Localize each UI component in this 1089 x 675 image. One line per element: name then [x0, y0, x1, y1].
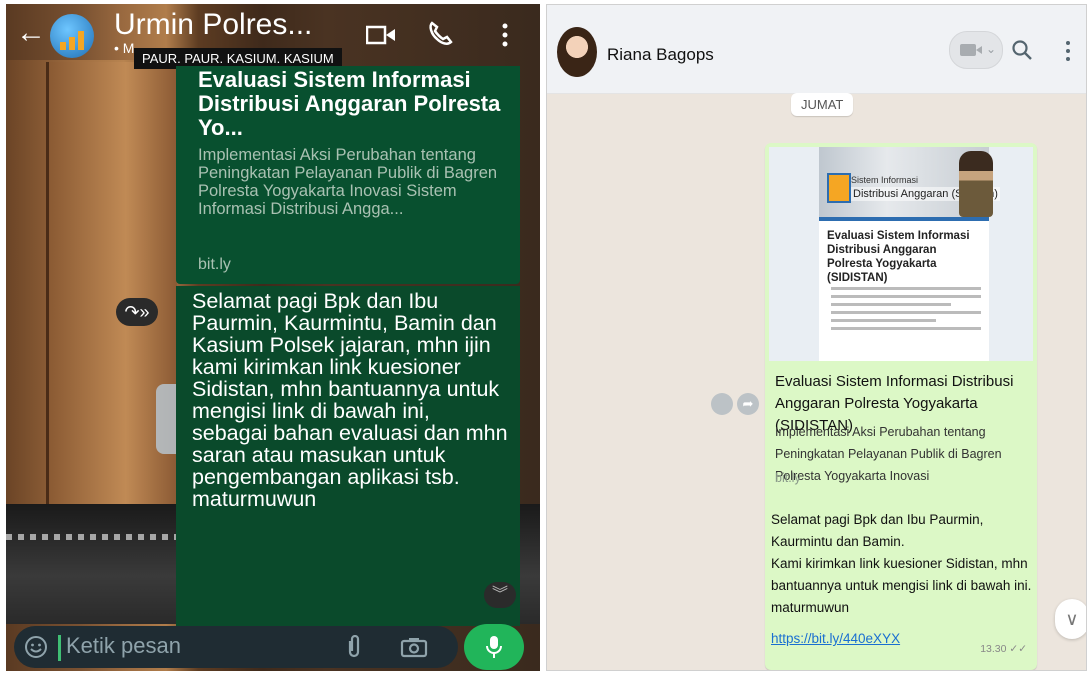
video-call-icon[interactable]: [366, 24, 396, 46]
phone-call-icon[interactable]: [426, 20, 454, 48]
preview-description: Implementasi Aksi Perubahan tentang Peni…: [198, 146, 498, 218]
officer-figure: [959, 151, 993, 217]
message-timestamp: 13.30 ✓✓: [980, 643, 1027, 655]
attachment-icon[interactable]: [344, 635, 364, 659]
chat-header: Riana Bagops ⌄: [547, 5, 1086, 94]
message-link[interactable]: https://bit.ly/440eXYX: [771, 631, 900, 646]
date-separator: JUMAT: [791, 93, 854, 116]
scroll-down-button[interactable]: ︾: [484, 582, 516, 608]
react-emoji-icon[interactable]: [711, 393, 733, 415]
form-title: Evaluasi Sistem Informasi Distribusi Ang…: [827, 230, 970, 284]
microphone-icon: [486, 636, 502, 658]
background-door-panel: [46, 62, 177, 542]
contact-avatar[interactable]: [557, 27, 597, 77]
web-chat-panel: Riana Bagops ⌄ JUMAT ➦ Sistem Informasi …: [546, 4, 1087, 671]
contact-subtitle: • M: [114, 40, 135, 56]
emoji-icon[interactable]: [24, 635, 48, 659]
forward-button[interactable]: ↷»: [116, 298, 158, 326]
chevron-down-icon: ⌄: [986, 42, 997, 56]
message-line: Kami kirimkan link kuesioner Sidistan, m…: [771, 556, 1032, 593]
forward-icon[interactable]: ➦: [737, 393, 759, 415]
banner-subtitle: Sistem Informasi: [851, 175, 919, 185]
message-input[interactable]: Ketik pesan: [66, 633, 181, 659]
mobile-chat-panel: ← Urmin Polres... • M PAUR. PAUR. KASIUM…: [6, 4, 540, 671]
preview-description: Implementasi Aksi Perubahan tentang Peni…: [775, 425, 1002, 483]
contact-name[interactable]: Riana Bagops: [607, 45, 714, 65]
message-input-bar[interactable]: Ketik pesan: [14, 626, 458, 668]
form-text-lines: [831, 287, 981, 335]
message-text: Selamat pagi Bpk dan Ibu Paurmin, Kaurmi…: [192, 289, 508, 511]
preview-title: Evaluasi Sistem Informasi Distribusi Ang…: [198, 67, 501, 140]
message-line: maturmuwun: [771, 600, 850, 615]
link-preview-bubble[interactable]: Evaluasi Sistem Informasi Distribusi Ang…: [176, 66, 520, 284]
video-call-button[interactable]: ⌄: [949, 31, 1003, 69]
search-icon[interactable]: [1011, 39, 1033, 61]
back-arrow-icon[interactable]: ←: [16, 18, 46, 48]
scroll-down-button[interactable]: ∨: [1055, 599, 1086, 639]
message-line: Selamat pagi Bpk dan Ibu Paurmin, Kaurmi…: [771, 512, 984, 549]
message-bubble[interactable]: Selamat pagi Bpk dan Ibu Paurmin, Kaurmi…: [176, 286, 520, 626]
text-cursor: [58, 635, 61, 661]
camera-icon[interactable]: [400, 636, 428, 658]
more-options-icon[interactable]: [1065, 39, 1071, 63]
contact-name[interactable]: Urmin Polres...: [114, 8, 312, 42]
preview-domain[interactable]: bit.ly: [775, 471, 801, 485]
message-text: Selamat pagi Bpk dan Ibu Paurmin, Kaurmi…: [771, 509, 1033, 619]
document-chart-icon: [827, 173, 851, 203]
background-floor-trim: [6, 534, 176, 540]
link-preview-image[interactable]: Sistem Informasi Distribusi Anggaran (Si…: [769, 147, 1033, 361]
group-avatar[interactable]: [50, 14, 94, 58]
more-options-icon[interactable]: [500, 22, 510, 48]
preview-domain[interactable]: bit.ly: [198, 256, 231, 274]
message-bubble[interactable]: Sistem Informasi Distribusi Anggaran (Si…: [765, 143, 1037, 670]
microphone-button[interactable]: [464, 624, 524, 670]
video-camera-icon: [960, 44, 976, 56]
chat-header: ← Urmin Polres... • M PAUR. PAUR. KASIUM…: [6, 4, 540, 69]
